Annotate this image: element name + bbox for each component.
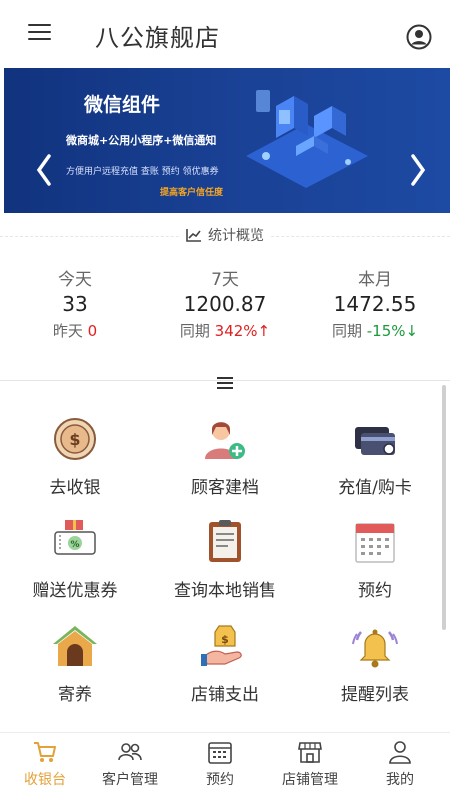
banner-subtitle: 微商城+公用小程序+微信通知 [66,134,217,147]
stat-compare: 昨天 0 [52,322,98,340]
tab-store[interactable]: 店铺管理 [265,739,355,789]
chevron-left-icon[interactable] [34,153,54,187]
pet-house-icon [53,626,97,666]
tab-customers[interactable]: 客户管理 [85,739,175,789]
tab-me[interactable]: 我的 [355,739,445,789]
hamburger-icon[interactable] [28,24,51,40]
stat-value: 1472.55 [333,292,417,316]
feature-appointment[interactable]: 预约 [300,518,450,601]
store-icon [298,742,322,763]
tab-label: 店铺管理 [282,772,338,788]
app-header: 八公旗舰店 [0,0,450,68]
cart-icon [34,742,56,762]
tab-label: 预约 [206,772,234,788]
trend-chart-icon [186,229,201,242]
stat-label: 今天 [58,270,92,290]
tab-label: 我的 [386,772,414,788]
stat-today[interactable]: 今天 33 昨天 0 [0,265,150,341]
stat-compare: 同期 -15%↓ [331,322,419,340]
stats-title: 统计概览 [180,225,270,245]
stats-title-text: 统计概览 [208,228,264,244]
bell-icon [352,629,398,668]
users-icon [118,743,142,761]
user-circle-icon[interactable] [406,24,432,50]
tab-appointment[interactable]: 预约 [175,739,265,789]
stat-7days[interactable]: 7天 1200.87 同期 342%↑ [150,265,300,341]
feature-label: 充值/购卡 [338,478,412,498]
scrollbar[interactable] [442,385,446,630]
tab-label: 收银台 [24,772,66,788]
feature-store-expense[interactable]: $ 店铺支出 [150,622,300,705]
coupon-gift-icon: % [54,520,96,555]
stat-label: 本月 [358,270,392,290]
feature-label: 赠送优惠券 [32,581,118,601]
page-title: 八公旗舰店 [95,24,220,52]
clipboard-icon [209,520,241,562]
tab-label: 客户管理 [102,772,158,788]
svg-text:$: $ [69,430,80,449]
stat-label: 7天 [211,270,239,290]
feature-label: 预约 [358,581,392,601]
feature-boarding[interactable]: 寄养 [0,622,150,705]
feature-coupon[interactable]: % 赠送优惠券 [0,518,150,601]
feature-label: 店铺支出 [191,685,259,705]
stat-value: 1200.87 [183,292,267,316]
feature-label: 提醒列表 [341,685,409,705]
coin-icon: $ [54,418,96,460]
bottom-tab-bar: 收银台 客户管理 预约 店铺管理 我的 [0,732,450,801]
feature-local-sales[interactable]: 查询本地销售 [150,518,300,601]
feature-label: 顾客建档 [191,478,259,498]
calendar-icon [208,742,232,764]
menu-icon[interactable] [217,377,233,389]
stat-value: 33 [62,292,88,316]
svg-text:%: % [70,540,79,550]
banner-highlight: 提高客户信任度 [160,188,224,198]
card-icon [355,427,395,455]
feature-reminders[interactable]: 提醒列表 [300,622,450,705]
feature-recharge[interactable]: 充值/购卡 [300,415,450,498]
feature-label: 查询本地销售 [174,581,276,601]
banner-title: 微信组件 [84,94,161,116]
add-customer-icon [205,422,245,459]
chevron-right-icon[interactable] [408,153,428,187]
promo-banner[interactable]: 微信组件 微商城+公用小程序+微信通知 方便用户远程充值 查账 预约 领优惠券 … [4,68,450,213]
banner-description: 方便用户远程充值 查账 预约 领优惠券 [66,167,219,177]
calendar-icon [355,523,395,563]
stat-month[interactable]: 本月 1472.55 同期 -15%↓ [300,265,450,341]
stats-header: 统计概览 [0,225,450,249]
feature-checkout[interactable]: $ 去收银 [0,415,150,498]
stat-compare: 同期 342%↑ [179,322,271,340]
feature-label: 去收银 [49,478,101,498]
isometric-city-illustration [246,90,368,188]
hand-money-icon: $ [201,625,242,666]
user-icon [389,741,411,764]
feature-customer-profile[interactable]: 顾客建档 [150,415,300,498]
tab-checkout[interactable]: 收银台 [0,739,90,789]
feature-label: 寄养 [58,685,92,705]
svg-text:$: $ [221,633,229,646]
